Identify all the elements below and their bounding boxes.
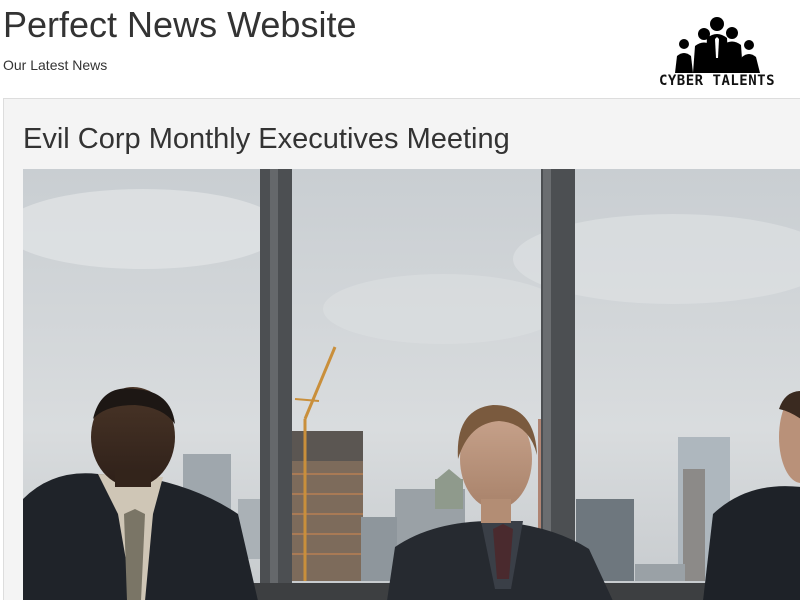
logo-text: CYBER TALENTS: [658, 73, 776, 89]
site-tagline: Our Latest News: [3, 57, 108, 73]
meeting-photo-image: [23, 169, 800, 600]
business-people-silhouette-icon: [675, 17, 760, 73]
article-image[interactable]: [23, 169, 800, 600]
cyber-talents-logo[interactable]: CYBER TALENTS: [648, 12, 786, 96]
article-panel: Evil Corp Monthly Executives Meeting: [3, 98, 800, 600]
article-title[interactable]: Evil Corp Monthly Executives Meeting: [23, 121, 510, 157]
site-title: Perfect News Website: [3, 4, 357, 45]
site-header: Perfect News Website Our Latest News CYB…: [0, 0, 800, 100]
